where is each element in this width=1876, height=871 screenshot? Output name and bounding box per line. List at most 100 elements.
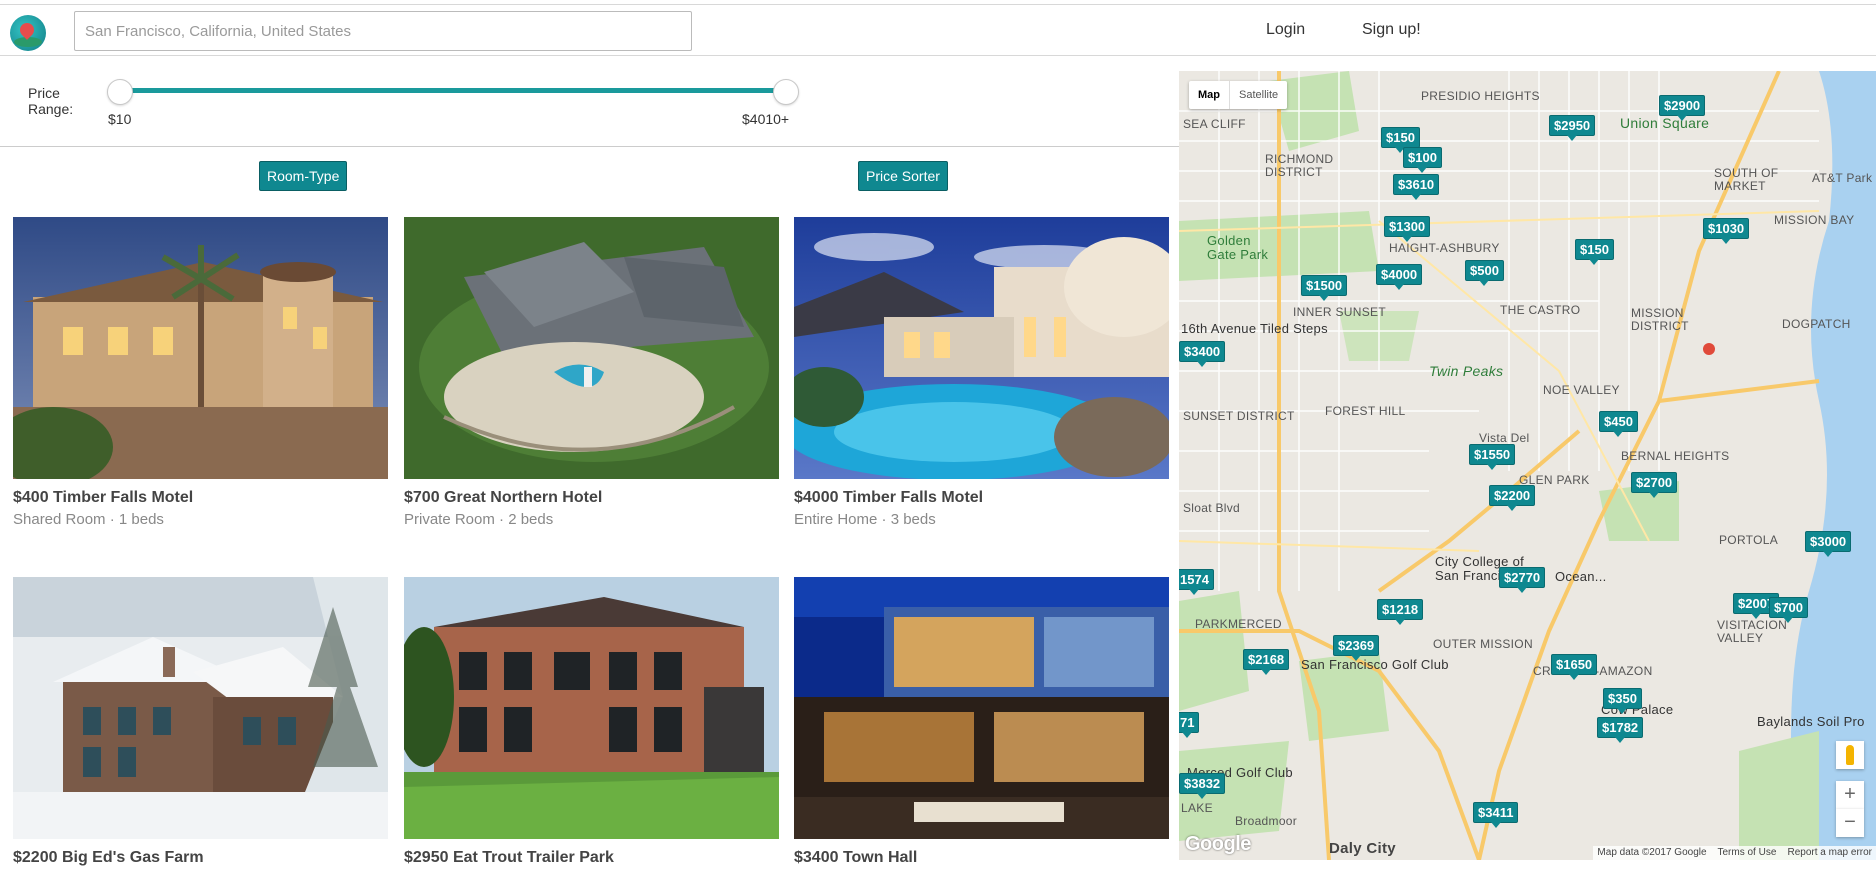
location-search-input[interactable] bbox=[74, 11, 692, 51]
price-marker[interactable]: $150 bbox=[1575, 239, 1614, 265]
price-marker[interactable]: $2700 bbox=[1631, 472, 1678, 498]
map-type-toggle: Map Satellite bbox=[1189, 81, 1288, 109]
map-label: MISSION DISTRICT bbox=[1631, 306, 1689, 333]
map-label: San Francisco Golf Club bbox=[1301, 657, 1449, 672]
signup-link[interactable]: Sign up! bbox=[1362, 21, 1421, 39]
map-label: SUNSET DISTRICT bbox=[1183, 409, 1295, 423]
report-map-error-link[interactable]: Report a map error bbox=[1788, 847, 1872, 858]
map-label: 16th Avenue Tiled Steps bbox=[1181, 321, 1328, 336]
listing-photo[interactable] bbox=[13, 577, 388, 839]
price-marker[interactable]: $3411 bbox=[1473, 802, 1519, 828]
listing-photo[interactable] bbox=[13, 217, 388, 479]
price-marker[interactable]: $150 bbox=[1381, 127, 1420, 153]
map-label: Sloat Blvd bbox=[1183, 501, 1241, 515]
price-marker[interactable]: $2168 bbox=[1243, 649, 1290, 675]
listing-card[interactable]: $700 Great Northern Hotel Private Room ·… bbox=[404, 217, 779, 528]
price-range-label: Price Range: bbox=[28, 85, 74, 117]
listings-map[interactable]: Map Satellite PRESIDIO HEIGHTS SEA CLIFF… bbox=[1179, 71, 1876, 860]
price-marker[interactable]: $2369 bbox=[1333, 635, 1380, 661]
listing-card[interactable]: $4000 Timber Falls Motel Entire Home · 3… bbox=[794, 217, 1169, 528]
price-marker[interactable]: 1574 bbox=[1179, 569, 1214, 595]
map-label: MISSION BAY bbox=[1774, 213, 1855, 227]
price-marker[interactable]: $2200 bbox=[1489, 485, 1536, 511]
terms-of-use-link[interactable]: Terms of Use bbox=[1717, 847, 1776, 858]
map-label: PORTOLA bbox=[1719, 533, 1779, 547]
price-marker[interactable]: $1550 bbox=[1469, 444, 1516, 470]
listing-title[interactable]: $700 Great Northern Hotel bbox=[404, 489, 779, 507]
listing-card[interactable]: $400 Timber Falls Motel Shared Room · 1 … bbox=[13, 217, 388, 528]
listing-photo[interactable] bbox=[794, 217, 1169, 479]
zoom-out-button[interactable]: − bbox=[1836, 809, 1864, 837]
price-max-value: $4010+ bbox=[742, 111, 790, 127]
logo-icon[interactable] bbox=[10, 15, 46, 51]
price-marker[interactable]: $500 bbox=[1465, 260, 1504, 286]
map-label: FOREST HILL bbox=[1325, 404, 1406, 418]
price-min-handle[interactable] bbox=[107, 79, 133, 105]
price-min-value: $10 bbox=[108, 111, 132, 127]
map-label: NOE VALLEY bbox=[1543, 383, 1620, 397]
map-label: AT&T Park bbox=[1812, 171, 1873, 185]
price-marker[interactable]: $350 bbox=[1603, 688, 1642, 714]
price-slider-track[interactable] bbox=[120, 88, 786, 93]
map-data-credit: Map data ©2017 Google bbox=[1597, 847, 1707, 858]
price-sorter-button[interactable]: Price Sorter bbox=[858, 161, 948, 191]
map-type-map[interactable]: Map bbox=[1189, 81, 1229, 109]
price-marker[interactable]: $2900 bbox=[1659, 95, 1706, 121]
price-max-handle[interactable] bbox=[773, 79, 799, 105]
map-label: Daly City bbox=[1329, 840, 1396, 857]
listing-photo[interactable] bbox=[404, 217, 779, 479]
street-view-pegman-icon[interactable] bbox=[1836, 741, 1864, 769]
google-logo: Google bbox=[1185, 833, 1251, 855]
listing-title[interactable]: $4000 Timber Falls Motel bbox=[794, 489, 1169, 507]
listing-subtitle: Shared Room · 1 beds bbox=[13, 511, 164, 528]
price-marker[interactable]: $700 bbox=[1769, 597, 1808, 623]
listing-card[interactable]: $2950 Eat Trout Trailer Park bbox=[404, 577, 779, 871]
price-marker[interactable]: $3400 bbox=[1179, 341, 1226, 367]
price-marker[interactable]: $4000 bbox=[1376, 264, 1423, 290]
price-marker[interactable]: $1300 bbox=[1384, 216, 1431, 242]
price-marker[interactable]: $3610 bbox=[1393, 174, 1440, 200]
listing-title[interactable]: $2200 Big Ed's Gas Farm bbox=[13, 849, 388, 867]
price-marker[interactable]: $1030 bbox=[1703, 218, 1750, 244]
price-marker[interactable]: $3000 bbox=[1805, 531, 1852, 557]
price-marker[interactable]: $100 bbox=[1403, 147, 1442, 173]
map-label: DOGPATCH bbox=[1782, 317, 1851, 331]
map-attribution: Map data ©2017 Google Terms of Use Repor… bbox=[1593, 846, 1876, 860]
listing-photo[interactable] bbox=[794, 577, 1169, 839]
map-label: LAKE bbox=[1181, 801, 1213, 815]
listing-title[interactable]: $400 Timber Falls Motel bbox=[13, 489, 388, 507]
price-marker[interactable]: $3832 bbox=[1179, 773, 1226, 799]
price-marker[interactable]: $450 bbox=[1599, 411, 1638, 437]
map-label: PARKMERCED bbox=[1195, 617, 1282, 631]
map-label: SOUTH OF MARKET bbox=[1714, 166, 1779, 193]
price-marker[interactable]: $1218 bbox=[1377, 599, 1424, 625]
map-label: BERNAL HEIGHTS bbox=[1621, 449, 1730, 463]
listing-card[interactable]: $2200 Big Ed's Gas Farm bbox=[13, 577, 388, 871]
map-type-satellite[interactable]: Satellite bbox=[1229, 81, 1287, 109]
listing-photo[interactable] bbox=[404, 577, 779, 839]
listing-title[interactable]: $2950 Eat Trout Trailer Park bbox=[404, 849, 779, 867]
map-label: HAIGHT-ASHBURY bbox=[1389, 241, 1500, 255]
map-label: Union Square bbox=[1620, 115, 1710, 131]
listing-title[interactable]: $3400 Town Hall bbox=[794, 849, 1169, 867]
map-label: Golden Gate Park bbox=[1207, 233, 1269, 262]
price-marker[interactable]: $2770 bbox=[1499, 567, 1546, 593]
listing-card[interactable]: $3400 Town Hall bbox=[794, 577, 1169, 871]
map-label: Baylands Soil Pro bbox=[1757, 714, 1865, 729]
listing-subtitle: Entire Home · 3 beds bbox=[794, 511, 936, 528]
login-link[interactable]: Login bbox=[1266, 21, 1305, 39]
map-label: RICHMOND DISTRICT bbox=[1265, 152, 1334, 179]
price-marker[interactable]: $1650 bbox=[1551, 654, 1598, 680]
room-type-button[interactable]: Room-Type bbox=[259, 161, 348, 191]
map-label: Ocean... bbox=[1555, 569, 1607, 584]
map-label: SEA CLIFF bbox=[1183, 117, 1246, 131]
price-marker[interactable]: $2950 bbox=[1549, 115, 1596, 141]
price-marker[interactable]: $1500 bbox=[1301, 275, 1348, 301]
map-label: THE CASTRO bbox=[1500, 303, 1581, 317]
map-label: Twin Peaks bbox=[1429, 363, 1504, 379]
zoom-in-button[interactable]: + bbox=[1836, 781, 1864, 809]
map-label: INNER SUNSET bbox=[1293, 305, 1386, 319]
price-marker[interactable]: $1782 bbox=[1597, 717, 1644, 743]
price-marker[interactable]: 71 bbox=[1179, 712, 1200, 738]
price-filter-panel: Price Range: $10 $4010+ bbox=[0, 57, 1180, 147]
